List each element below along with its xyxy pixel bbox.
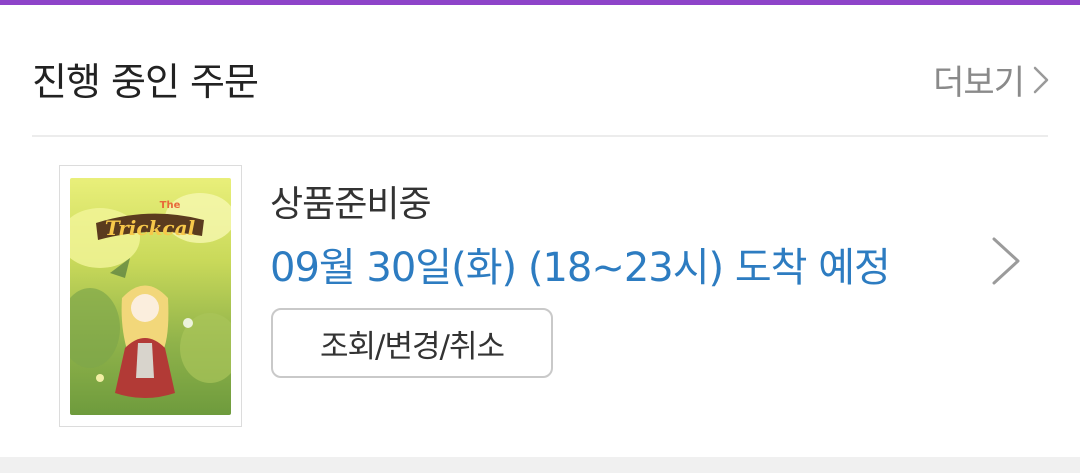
inquire-change-cancel-button[interactable]: 조회/변경/취소: [271, 308, 553, 378]
section-title: 진행 중인 주문: [32, 60, 259, 104]
order-item[interactable]: Trickcal The 상품준비중 09월 30일(화) (18~23시) 도…: [0, 137, 1080, 457]
product-thumbnail-frame: Trickcal The: [59, 165, 242, 427]
order-status: 상품준비중: [270, 184, 432, 225]
product-thumbnail: Trickcal The: [70, 178, 231, 415]
svg-text:The: The: [160, 200, 181, 211]
more-link[interactable]: 더보기: [933, 55, 1050, 104]
chevron-right-icon: [1033, 66, 1049, 93]
section-header: 진행 중인 주문 더보기: [0, 5, 1080, 135]
delivery-estimate: 09월 30일(화) (18~23시) 도착 예정: [270, 245, 891, 291]
section-separator: [0, 457, 1080, 473]
chevron-right-icon[interactable]: [988, 233, 1024, 289]
product-thumbnail-art: Trickcal The: [70, 193, 231, 398]
more-link-label: 더보기: [933, 63, 1025, 103]
svg-text:Trickcal: Trickcal: [105, 216, 196, 240]
